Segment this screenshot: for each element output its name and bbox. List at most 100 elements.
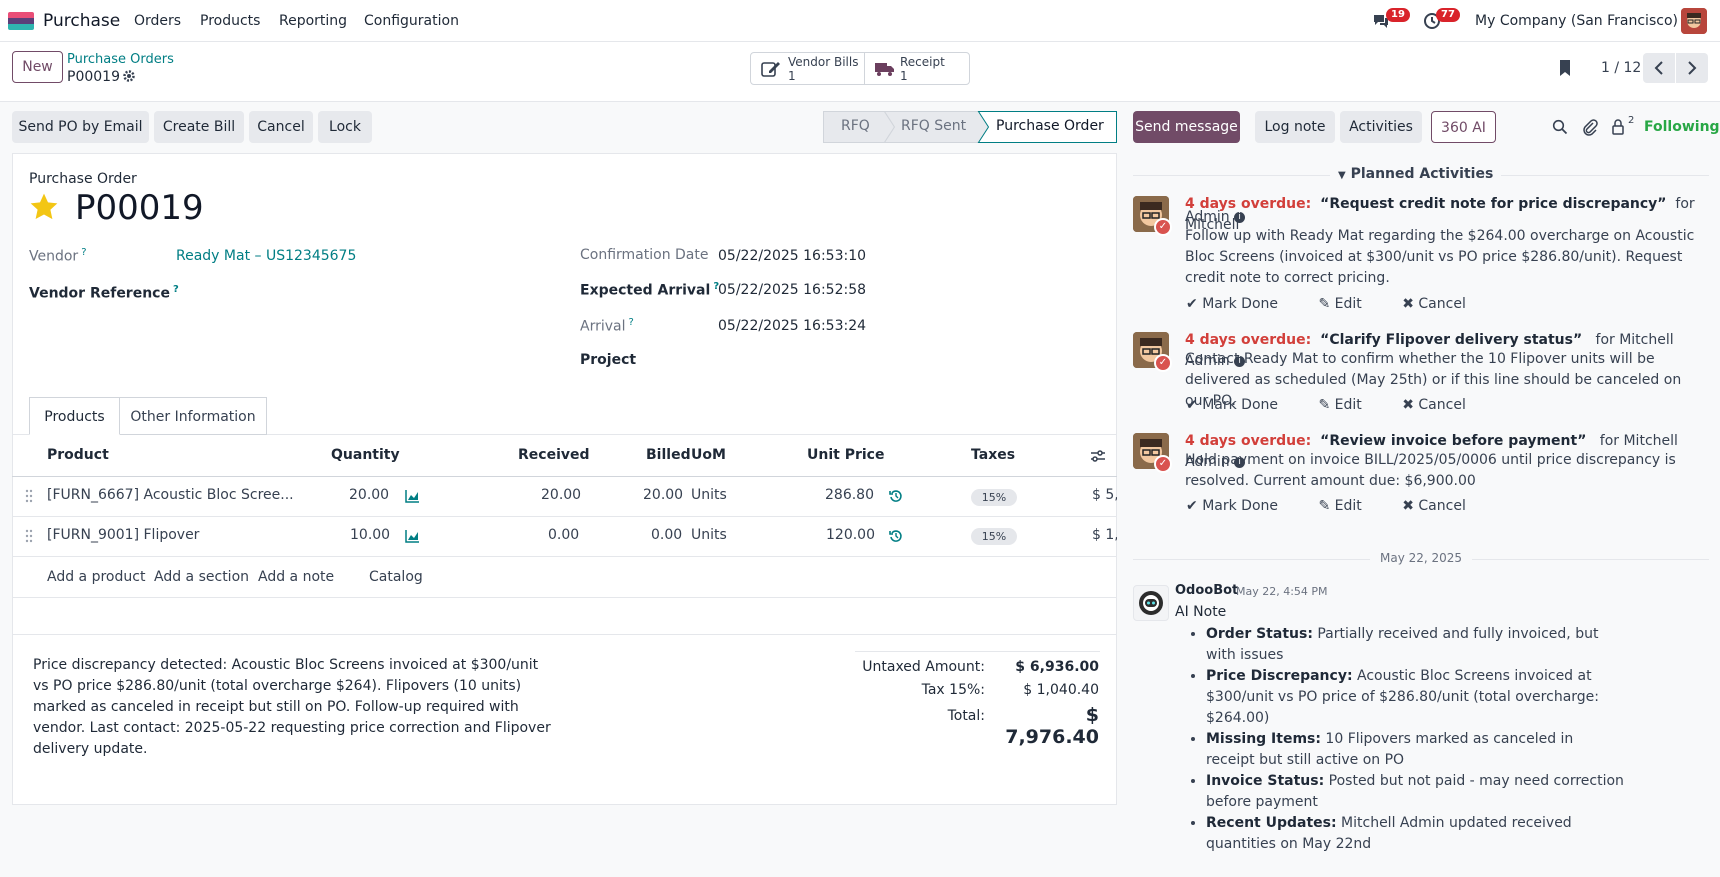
- status-rfq[interactable]: RFQ: [841, 118, 870, 134]
- vendor-link[interactable]: Ready Mat – US12345675: [176, 248, 356, 264]
- mark-done-button[interactable]: ✔ Mark Done: [1186, 397, 1296, 413]
- status-purchase-order[interactable]: Purchase Order: [996, 118, 1104, 134]
- create-bill-button[interactable]: Create Bill: [154, 111, 244, 143]
- pager-previous-button[interactable]: [1643, 53, 1675, 83]
- vendor-bills-smart-button[interactable]: Vendor Bills 1: [750, 52, 865, 85]
- purchase-app-icon[interactable]: [8, 12, 34, 30]
- row2-unit-price[interactable]: 120.00: [826, 527, 875, 543]
- drag-handle-icon[interactable]: [25, 489, 33, 507]
- forecast-chart-icon[interactable]: [405, 529, 420, 547]
- company-switcher[interactable]: My Company (San Francisco): [1475, 13, 1678, 29]
- activity-2-title: “Clarify Flipover delivery status”: [1320, 332, 1583, 348]
- row1-subtotal: $ 5,: [1092, 487, 1117, 503]
- pager-next-button[interactable]: [1676, 53, 1708, 83]
- col-quantity[interactable]: Quantity: [331, 447, 400, 463]
- col-unit-price[interactable]: Unit Price: [807, 447, 884, 463]
- drag-handle-icon[interactable]: [25, 529, 33, 547]
- send-message-button[interactable]: Send message: [1133, 111, 1240, 143]
- tab-products[interactable]: Products: [29, 397, 120, 435]
- edit-button[interactable]: ✎ Edit: [1318, 296, 1379, 312]
- row2-quantity[interactable]: 10.00: [350, 527, 390, 543]
- mark-done-button[interactable]: ✔ Mark Done: [1186, 296, 1296, 312]
- row2-received[interactable]: 0.00: [548, 527, 579, 543]
- followers-lock-icon[interactable]: [1611, 118, 1625, 140]
- row2-tax-badge[interactable]: 15%: [971, 528, 1017, 545]
- menu-reporting[interactable]: Reporting: [279, 13, 347, 29]
- following-button[interactable]: Following: [1644, 119, 1720, 135]
- row2-product[interactable]: [FURN_9001] Flipover: [47, 527, 199, 543]
- status-rfq-sent[interactable]: RFQ Sent: [901, 118, 966, 134]
- terms-notes[interactable]: Price discrepancy detected: Acoustic Blo…: [33, 655, 553, 760]
- ai-360-button[interactable]: 360 AI: [1431, 111, 1496, 143]
- row1-unit-price[interactable]: 286.80: [825, 487, 874, 503]
- send-po-email-button[interactable]: Send PO by Email: [12, 111, 149, 143]
- arrival-value[interactable]: 05/22/2025 16:53:24: [718, 318, 866, 334]
- expected-arrival-value[interactable]: 05/22/2025 16:52:58: [718, 282, 866, 298]
- cancel-order-button[interactable]: Cancel: [249, 111, 313, 143]
- lock-button[interactable]: Lock: [318, 111, 372, 143]
- confirmation-date-value[interactable]: 05/22/2025 16:53:10: [718, 248, 866, 264]
- messages-badge: 19: [1386, 8, 1410, 22]
- col-billed[interactable]: Billed: [646, 447, 691, 463]
- message-author[interactable]: OdooBot: [1175, 583, 1238, 598]
- user-avatar[interactable]: [1681, 8, 1707, 34]
- row1-product[interactable]: [FURN_6667] Acoustic Bloc Scree...: [47, 487, 294, 503]
- cancel-activity-button[interactable]: ✖ Cancel: [1402, 296, 1484, 312]
- planned-activities-toggle[interactable]: ▼ Planned Activities: [1330, 166, 1502, 182]
- col-product[interactable]: Product: [47, 447, 109, 463]
- cancel-activity-button[interactable]: ✖ Cancel: [1402, 498, 1484, 514]
- column-settings-icon[interactable]: [1090, 449, 1106, 467]
- add-section-link[interactable]: Add a section: [154, 569, 249, 585]
- add-product-link[interactable]: Add a product: [47, 569, 145, 585]
- app-title[interactable]: Purchase: [43, 11, 120, 31]
- activities-button[interactable]: Activities: [1340, 111, 1422, 143]
- row1-received[interactable]: 20.00: [541, 487, 581, 503]
- menu-orders[interactable]: Orders: [134, 13, 181, 29]
- edit-button[interactable]: ✎ Edit: [1318, 397, 1379, 413]
- followers-count: 2: [1628, 115, 1635, 126]
- confirmation-date-label: Confirmation Date: [580, 247, 709, 263]
- gear-icon[interactable]: [122, 69, 136, 87]
- odoobot-avatar[interactable]: [1133, 585, 1169, 621]
- pager-value[interactable]: 1 / 12: [1601, 60, 1641, 76]
- row2-uom[interactable]: Units: [691, 527, 727, 543]
- catalog-link[interactable]: Catalog: [369, 569, 423, 585]
- activities-badge: 77: [1436, 8, 1460, 22]
- activity-2-actions: ✔ Mark Done ✎ Edit ✖ Cancel: [1186, 397, 1502, 413]
- info-icon[interactable]: i: [1234, 211, 1246, 223]
- row1-quantity[interactable]: 20.00: [349, 487, 389, 503]
- log-note-button[interactable]: Log note: [1255, 111, 1335, 143]
- star-icon[interactable]: [28, 191, 60, 227]
- bookmark-icon[interactable]: [1558, 59, 1572, 81]
- cancel-activity-button[interactable]: ✖ Cancel: [1402, 397, 1484, 413]
- price-history-icon[interactable]: [889, 489, 903, 507]
- price-history-icon[interactable]: [889, 529, 903, 547]
- expected-arrival-label: Expected Arrival?: [580, 281, 720, 299]
- receipt-smart-button[interactable]: Receipt 1: [864, 52, 970, 85]
- breadcrumb-purchase-orders[interactable]: Purchase Orders: [67, 52, 174, 67]
- message-title: AI Note: [1175, 604, 1227, 620]
- list-item: Order Status: Partially received and ful…: [1206, 624, 1626, 666]
- tab-other-information[interactable]: Other Information: [120, 397, 267, 435]
- col-uom[interactable]: UoM: [691, 447, 726, 463]
- vendor-bills-label: Vendor Bills: [788, 55, 859, 69]
- tax-value: $ 1,040.40: [1023, 682, 1099, 698]
- forecast-chart-icon[interactable]: [405, 489, 420, 507]
- menu-configuration[interactable]: Configuration: [364, 13, 459, 29]
- row1-tax-badge[interactable]: 15%: [971, 489, 1017, 506]
- search-icon[interactable]: [1552, 119, 1568, 139]
- col-received[interactable]: Received: [518, 447, 590, 463]
- truck-icon: [874, 61, 896, 80]
- paperclip-icon[interactable]: [1582, 118, 1598, 140]
- project-label: Project: [580, 352, 637, 368]
- add-note-link[interactable]: Add a note: [258, 569, 334, 585]
- row-divider: [12, 597, 1117, 598]
- mark-done-button[interactable]: ✔ Mark Done: [1186, 498, 1296, 514]
- untaxed-label: Untaxed Amount:: [862, 659, 985, 675]
- vendor-reference-label: Vendor Reference?: [29, 284, 179, 302]
- col-taxes[interactable]: Taxes: [971, 447, 1015, 463]
- new-button[interactable]: New: [12, 51, 63, 83]
- row1-uom[interactable]: Units: [691, 487, 727, 503]
- edit-button[interactable]: ✎ Edit: [1318, 498, 1379, 514]
- menu-products[interactable]: Products: [200, 13, 260, 29]
